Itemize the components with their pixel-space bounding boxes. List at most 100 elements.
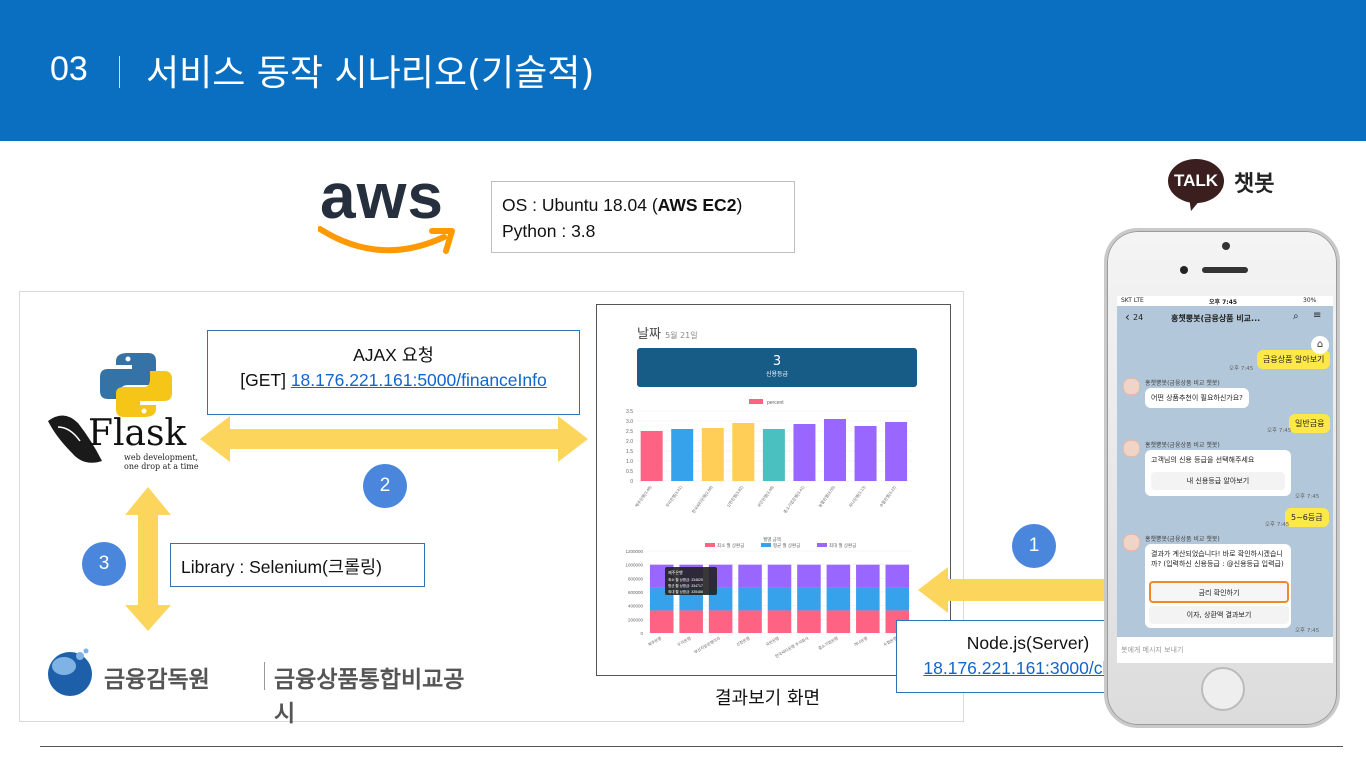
back-count: 24	[1133, 313, 1144, 322]
stacked-bar-segment	[856, 610, 880, 633]
phone-speaker	[1202, 267, 1248, 273]
stacked-bar-segment	[797, 610, 821, 633]
grade-label: 신용등급	[765, 371, 789, 378]
y-tick-label: 1200000	[625, 549, 643, 554]
flask-tagline-2: one drop at a time	[124, 462, 199, 471]
repayment-stacked-chart: 월별 금액최소 월 상환금 평균 월 상환금 최대 월 상환금12000001000…	[625, 537, 912, 659]
bot-message-3-text: 결과가 계산되었습니다! 바로 확인하시겠습니까? (입력하신 신용등급 : @…	[1151, 550, 1284, 568]
check-rate-button[interactable]: 금리 확인하기	[1149, 581, 1289, 603]
date-label-text: 날짜	[637, 327, 661, 342]
flask-tagline-1: web development,	[124, 453, 199, 462]
fss-divider	[264, 662, 265, 690]
legend-swatch	[761, 543, 771, 547]
view-result-button[interactable]: 이자, 상환액 결과보기	[1149, 606, 1289, 624]
x-tick-label: 농협은행(3.55)	[816, 484, 836, 509]
bar	[885, 422, 908, 481]
double-arrow-flask-chart	[200, 416, 588, 462]
bot-name: 홍챗뿡봇(금융상품 비교 챗봇)	[1145, 536, 1220, 543]
y-tick-label: 0.5	[626, 469, 633, 475]
y-tick-label: 600000	[628, 590, 644, 595]
x-tick-label: 제주은행(3.48)	[633, 484, 653, 509]
user-message-2: 일반금융	[1289, 414, 1331, 433]
msg-time: 오후 7:45	[1295, 494, 1320, 500]
search-icon[interactable]: ⌕	[1293, 311, 1299, 322]
tooltip-line: 최대 월 상환금: 335486	[668, 589, 703, 594]
stacked-bar-segment	[856, 587, 880, 611]
stacked-bar-segment	[738, 610, 762, 633]
chat-title: 홍챗뿡봇(금융상품 비교...	[1171, 314, 1261, 323]
legend-label: 평균 월 상환금	[773, 542, 800, 549]
msg-time: 오후 7:45	[1267, 428, 1292, 434]
phone-home-button[interactable]	[1201, 667, 1245, 711]
ajax-method: [GET]	[240, 370, 291, 390]
back-icon[interactable]: ‹	[1125, 310, 1130, 324]
kakao-talk-logo: TALK	[1167, 157, 1227, 213]
step-1-badge: 1	[1012, 524, 1056, 568]
fss-logo: 금융감독원 금융상품통합비교공시	[44, 646, 474, 727]
x-tick-label: 부산지방은행이자	[693, 635, 722, 655]
ajax-url-link[interactable]: 18.176.221.161:5000/financeInfo	[291, 370, 547, 390]
menu-icon[interactable]: ≡	[1313, 310, 1321, 321]
aws-smile-icon	[318, 226, 455, 254]
phone-mockup: SKT LTE 오후 7:45 30% ‹ 24 홍챗뿡봇(금융상품 비교...…	[1104, 228, 1340, 728]
stacked-bar-segment	[797, 587, 821, 611]
home-float-icon[interactable]: ⌂	[1311, 336, 1329, 354]
x-tick-label: 우리은행	[676, 635, 692, 648]
stacked-bar-segment	[767, 564, 792, 588]
bar	[701, 428, 724, 481]
os-suffix: )	[736, 195, 743, 215]
library-box: Library : Selenium(크롤링)	[170, 543, 425, 587]
y-tick-label: 1000000	[625, 563, 643, 568]
stacked-bar-segment	[826, 610, 851, 633]
phone-camera	[1222, 242, 1230, 250]
bar	[793, 424, 816, 481]
x-tick-label: 중소기업은행	[817, 635, 839, 651]
y-tick-label: 0	[630, 479, 633, 485]
y-tick-label: 200000	[628, 617, 644, 622]
bar	[762, 429, 785, 481]
credit-grade-button[interactable]: 내 신용등급 알아보기	[1151, 472, 1285, 490]
y-tick-label: 400000	[628, 604, 644, 609]
legend-swatch	[749, 399, 763, 404]
step-2-badge: 2	[363, 464, 407, 508]
x-tick-label: 하나은행	[853, 635, 869, 648]
x-tick-label: 제주은행	[646, 635, 662, 648]
x-tick-label: 하나은행(3.13)	[847, 484, 867, 509]
y-tick-label: 1.5	[626, 449, 633, 455]
stacked-bar-segment	[649, 610, 674, 633]
status-carrier: SKT LTE	[1121, 297, 1144, 304]
python-line: Python : 3.8	[502, 221, 596, 241]
legend-label: percent	[767, 400, 784, 406]
date-value: 5월 21일	[665, 331, 698, 340]
status-battery: 30%	[1303, 297, 1317, 304]
bot-avatar	[1123, 440, 1140, 457]
legend-swatch	[705, 543, 715, 547]
fss-globe-icon	[48, 648, 92, 696]
chatbot-label: 챗봇	[1234, 172, 1275, 197]
fss-org-name: 금융감독원	[104, 667, 210, 693]
tooltip-line: 평균 월 상환금: 334717	[668, 583, 703, 588]
fss-service-name: 금융상품통합비교공시	[274, 667, 465, 727]
tooltip-line: 최소 월 상환금: 334625	[668, 577, 703, 582]
grade-card[interactable]: 3 신용등급	[637, 348, 917, 387]
section-title: 서비스 동작 시나리오(기술적)	[146, 53, 595, 94]
aws-logo: aws	[318, 160, 460, 265]
stacked-bar-segment	[679, 610, 703, 633]
step-3-badge: 3	[82, 542, 126, 586]
x-tick-label: 중소기업은행(3.41)	[782, 484, 806, 515]
stacked-bar-segment	[826, 587, 851, 611]
stacked-bar-segment	[738, 587, 762, 611]
bot-name: 홍챗뿡봇(금융상품 비교 챗봇)	[1145, 380, 1220, 387]
stacked-bar-segment	[738, 564, 762, 588]
bar	[824, 419, 846, 481]
x-tick-label: 수협은행(3.22)	[878, 484, 898, 509]
ajax-title: AJAX 요청	[353, 345, 434, 365]
stacked-bar-segment	[708, 610, 733, 633]
section-divider	[119, 56, 120, 88]
y-tick-label: 2.5	[626, 429, 633, 435]
stacked-bar-segment	[885, 564, 910, 588]
stacked-bar-segment	[856, 564, 880, 588]
message-input[interactable]: 봇에게 메시지 보내기	[1117, 637, 1333, 663]
bar	[854, 426, 877, 481]
os-bold: AWS EC2	[657, 195, 737, 215]
